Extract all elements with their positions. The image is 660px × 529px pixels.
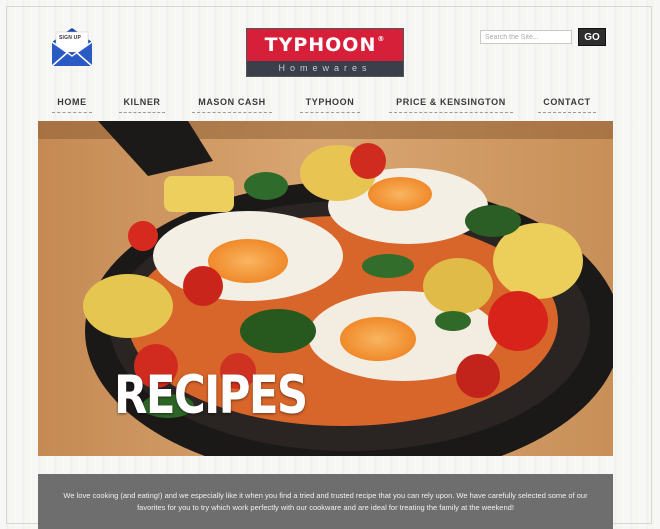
intro-text: We love cooking (and eating!) and we esp…: [63, 491, 588, 512]
hero-title: RECIPES: [114, 365, 308, 426]
nav-item-mason-cash[interactable]: MASON CASH: [192, 96, 272, 113]
nav-item-typhoon[interactable]: TYPHOON: [300, 96, 360, 113]
nav-item-price-kensington[interactable]: PRICE & KENSINGTON: [389, 96, 513, 113]
search-input[interactable]: [480, 30, 572, 44]
nav-item-home[interactable]: HOME: [52, 96, 92, 113]
hero-banner: RECIPES: [38, 121, 613, 456]
brand-logo[interactable]: TYPHOON® Homewares: [246, 28, 404, 77]
nav-item-kilner[interactable]: KILNER: [119, 96, 165, 113]
intro-text-panel: We love cooking (and eating!) and we esp…: [38, 474, 613, 529]
sign-up-label: SIGN UP: [59, 35, 81, 41]
go-button[interactable]: GO: [578, 28, 606, 46]
logo-tagline: Homewares: [247, 61, 403, 76]
envelope-icon: [51, 28, 93, 67]
logo-wordmark: TYPHOON: [264, 34, 377, 56]
nav-item-contact[interactable]: CONTACT: [538, 96, 596, 113]
logo-registered-mark: ®: [377, 35, 386, 43]
sign-up-link[interactable]: SIGN UP: [48, 22, 96, 70]
